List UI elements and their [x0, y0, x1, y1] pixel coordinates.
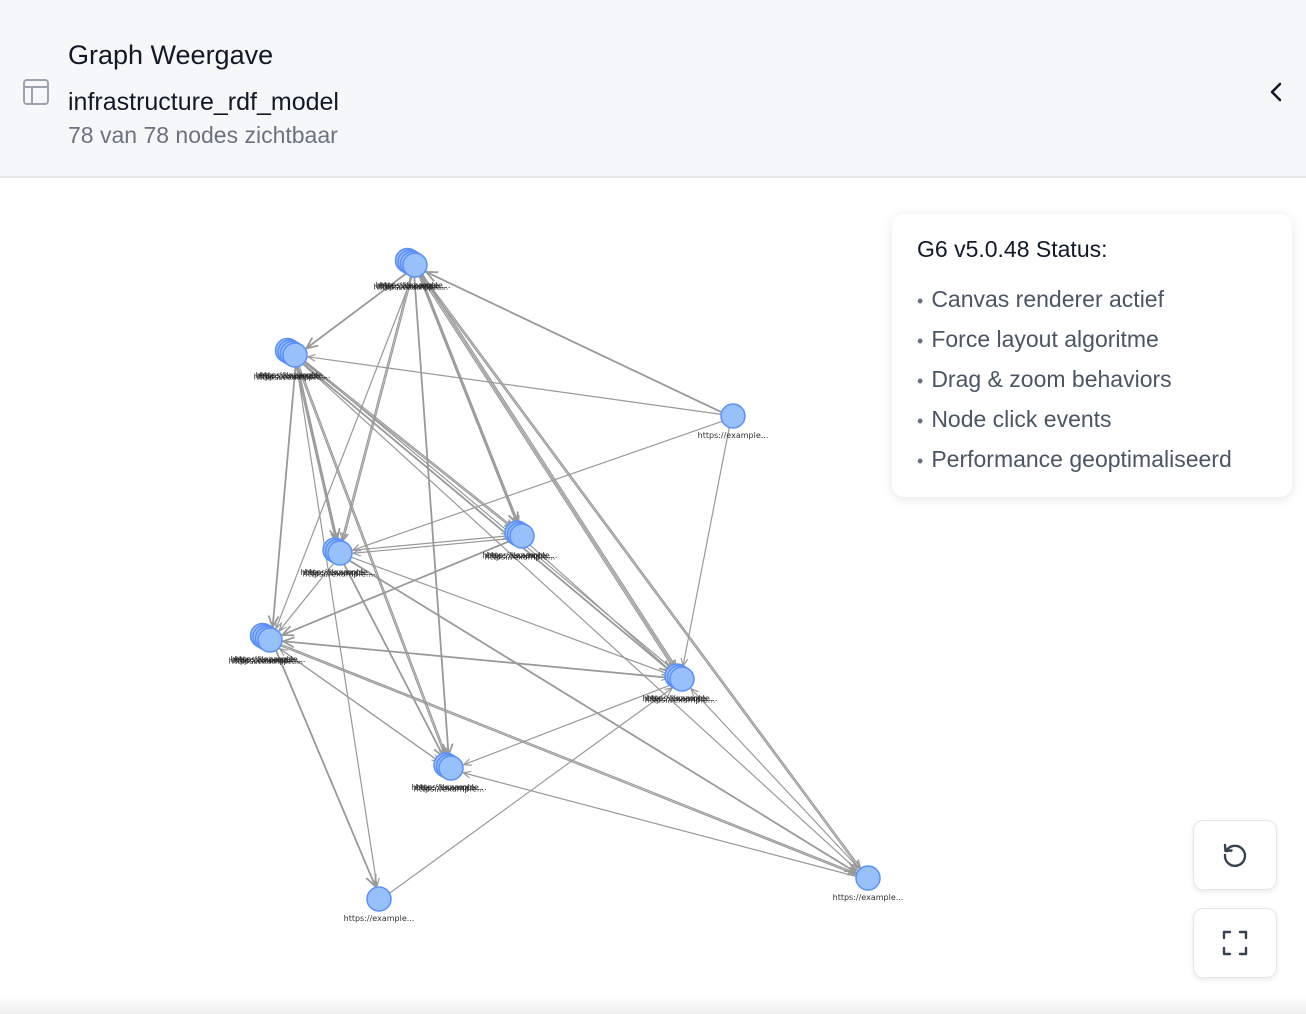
- graph-edge: [302, 363, 671, 672]
- graph-edge: [464, 684, 672, 765]
- status-item: • Performance geoptimaliseerd: [917, 446, 1232, 472]
- graph-edge: [420, 274, 675, 668]
- node-circle[interactable]: [438, 755, 464, 781]
- graph-edge: [343, 276, 413, 541]
- status-item: • Drag & zoom behaviors: [917, 366, 1172, 392]
- node-label: https://example...: [344, 914, 415, 923]
- graph-node[interactable]: https://example...: [698, 403, 769, 440]
- node-label: https://example...: [229, 657, 300, 666]
- bullet-icon: •: [917, 331, 924, 351]
- graph-node[interactable]: https://example...https://example...http…: [412, 752, 487, 794]
- fullscreen-icon: [1222, 930, 1248, 956]
- graph-edge: [275, 650, 375, 886]
- graph-edge: [343, 563, 444, 757]
- canvas-bottom-edge: [0, 996, 1306, 1014]
- graph-node[interactable]: https://example...: [833, 865, 904, 902]
- node-circle[interactable]: [257, 627, 283, 653]
- graph-edge: [419, 275, 673, 669]
- node-label: https://example...: [412, 783, 483, 792]
- graph-edge: [304, 360, 512, 526]
- graph-node[interactable]: https://example...https://example...http…: [374, 247, 451, 292]
- fullscreen-button[interactable]: [1193, 908, 1277, 978]
- graph-edge: [422, 273, 676, 667]
- node-circle[interactable]: [509, 523, 535, 549]
- graph-node[interactable]: https://example...: [344, 886, 415, 923]
- graph-edge: [302, 363, 858, 870]
- status-title: G6 v5.0.48 Status:: [917, 236, 1108, 262]
- graph-edge: [342, 276, 412, 540]
- graph-edge: [348, 559, 856, 873]
- layout-panel-icon: [23, 79, 49, 105]
- graph-edge: [282, 539, 512, 635]
- node-count: 78 van 78 nodes zichtbaar: [68, 122, 338, 148]
- status-item: • Force layout algoritme: [917, 326, 1159, 352]
- graph-edge: [296, 366, 377, 886]
- node-label: https://example...: [301, 568, 372, 577]
- node-label: https://example...: [374, 283, 445, 292]
- node-circle[interactable]: [855, 865, 881, 891]
- page-title: Graph Weergave: [68, 40, 274, 70]
- graph-edge: [351, 556, 670, 674]
- graph-edge: [351, 536, 509, 551]
- status-list: • Canvas renderer actief • Force layout al…: [917, 279, 1292, 479]
- graph-edge: [280, 645, 856, 875]
- graph-edge: [353, 420, 723, 550]
- graph-node[interactable]: https://example...https://example...http…: [483, 520, 558, 562]
- node-circle[interactable]: [282, 342, 308, 368]
- graph-edge: [529, 544, 671, 671]
- graph-node[interactable]: https://example...https://example...http…: [254, 337, 331, 382]
- status-item: • Node click events: [917, 406, 1112, 432]
- graph-edge: [683, 427, 730, 665]
- status-panel: G6 v5.0.48 Status: • Canvas renderer acti…: [892, 214, 1292, 497]
- node-circle[interactable]: [327, 540, 353, 566]
- graph-nodes[interactable]: https://example... https://example... http…: [229, 247, 904, 924]
- node-circle[interactable]: [402, 252, 428, 278]
- node-label: https://example...: [254, 373, 325, 382]
- graph-edge: [295, 366, 335, 541]
- chevron-left-icon[interactable]: [1262, 78, 1290, 106]
- node-circle[interactable]: [720, 403, 746, 429]
- graph-edge: [463, 773, 857, 877]
- rotate-ccw-icon: [1223, 843, 1247, 867]
- node-label: https://example...: [483, 551, 554, 560]
- bullet-icon: •: [917, 371, 924, 391]
- node-label: https://example...: [643, 694, 714, 703]
- graph-node[interactable]: https://example...https://example...http…: [301, 537, 376, 579]
- graph-edge: [280, 643, 856, 873]
- status-item: • Canvas renderer actief: [917, 286, 1164, 312]
- model-name: infrastructure_rdf_model: [68, 88, 339, 116]
- node-label: https://example...: [698, 431, 769, 440]
- node-circle[interactable]: [366, 886, 392, 912]
- node-circle[interactable]: [669, 666, 695, 692]
- graph-header: Graph Weergave infrastructure_rdf_model …: [0, 0, 1306, 178]
- graph-edges: [273, 272, 861, 894]
- bullet-icon: •: [917, 411, 924, 431]
- node-label: https://example...: [833, 893, 904, 902]
- reset-layout-button[interactable]: [1193, 820, 1277, 890]
- bullet-icon: •: [917, 451, 924, 471]
- graph-edge: [421, 274, 860, 868]
- bullet-icon: •: [917, 291, 924, 311]
